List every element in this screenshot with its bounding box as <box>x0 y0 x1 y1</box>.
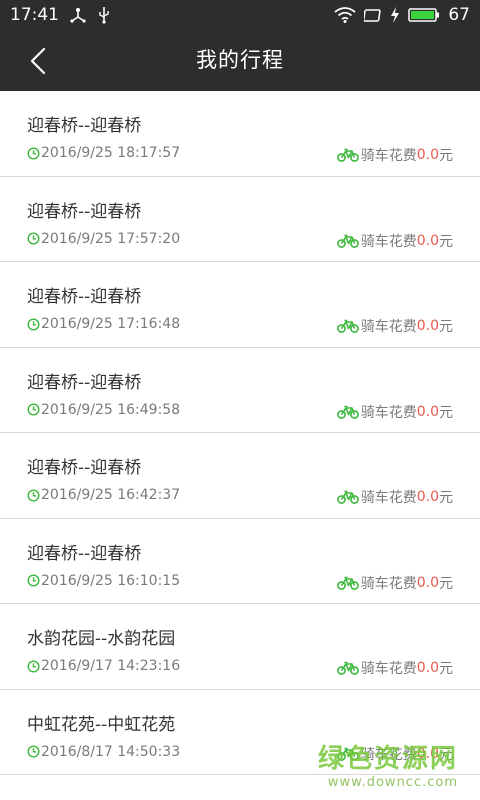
trip-time-row: 2016/9/25 16:42:37 <box>27 487 180 503</box>
bike-icon <box>336 661 359 675</box>
trip-cost-value: 0.0 <box>416 232 439 249</box>
trip-route: 迎春桥--迎春桥 <box>27 458 142 478</box>
clock-icon <box>27 403 40 416</box>
battery-icon <box>408 7 440 23</box>
clock-icon <box>27 659 40 673</box>
bike-icon <box>336 148 359 162</box>
trip-time: 2016/9/25 16:42:37 <box>41 487 181 503</box>
trip-route: 中虹花苑--中虹花苑 <box>27 714 176 735</box>
trip-time: 2016/9/25 16:49:58 <box>41 401 181 418</box>
trip-cost: 骑车花费 0.0 元 <box>336 487 453 507</box>
trip-list-item[interactable]: 迎春桥--迎春桥 2016/9/25 16:10:15 骑车花费 0.0 元 <box>0 519 480 604</box>
usb-icon <box>97 6 111 24</box>
trip-time-row: 2016/9/25 16:10:15 <box>27 573 180 589</box>
trip-cost-label: 骑车花费 <box>360 661 417 677</box>
battery-level: 67 <box>448 5 470 25</box>
trip-route: 迎春桥--迎春桥 <box>27 287 142 307</box>
trip-cost-label: 骑车花费 <box>360 404 417 421</box>
trip-time: 2016/9/25 17:16:48 <box>41 316 181 332</box>
trip-time: 2016/9/17 14:23:16 <box>41 658 181 674</box>
trip-cost-unit: 元 <box>439 490 453 506</box>
status-bar: 17:41 67 <box>0 0 480 30</box>
trip-time: 2016/9/25 16:10:15 <box>41 572 181 589</box>
trip-route: 水韵花园--水韵花园 <box>27 629 176 649</box>
trip-list: 迎春桥--迎春桥 2016/9/25 18:17:57 骑车花费 0.0 元迎春桥--迎… <box>0 91 480 775</box>
clock-icon <box>27 574 40 587</box>
trip-list-item[interactable]: 水韵花园--水韵花园 2016/9/17 14:23:16 骑车花费 0.0 元 <box>0 604 480 690</box>
trip-time: 2016/9/25 17:57:20 <box>41 230 181 247</box>
trip-route: 迎春桥--迎春桥 <box>27 372 142 393</box>
trip-route: 迎春桥--迎春桥 <box>27 201 142 222</box>
screen-icon <box>364 7 382 23</box>
clock-icon <box>27 488 40 502</box>
trip-cost-label: 骑车花费 <box>360 148 417 164</box>
trip-list-item[interactable]: 迎春桥--迎春桥 2016/9/25 16:42:37 骑车花费 0.0 元 <box>0 433 480 519</box>
trip-cost: 骑车花费 0.0 元 <box>336 316 453 336</box>
trip-list-item[interactable]: 迎春桥--迎春桥 2016/9/25 17:16:48 骑车花费 0.0 元 <box>0 262 480 348</box>
clock-icon <box>27 146 40 160</box>
wifi-icon <box>334 7 356 23</box>
trip-cost-unit: 元 <box>439 575 453 592</box>
trip-cost: 骑车花费 0.0 元 <box>336 402 453 422</box>
trip-cost-value: 0.0 <box>416 318 439 334</box>
watermark-en: www.downcc.com <box>327 775 458 790</box>
trip-cost-label: 骑车花费 <box>360 319 417 335</box>
trip-cost: 骑车花费 0.0 元 <box>336 573 453 593</box>
trip-time-row: 2016/9/17 14:23:16 <box>27 658 180 674</box>
trip-cost: 骑车花费 0.0 元 <box>336 231 453 251</box>
trip-cost-label: 骑车花费 <box>360 575 417 592</box>
trip-time-row: 2016/9/25 17:16:48 <box>27 316 180 332</box>
trip-cost: 骑车花费 0.0 元 <box>336 658 453 678</box>
trip-time: 2016/8/17 14:50:33 <box>41 743 181 760</box>
trip-time-row: 2016/9/25 16:49:58 <box>27 402 180 418</box>
trip-cost-value: 0.0 <box>416 147 439 163</box>
watermark: 绿色资源网 www.downcc.com <box>318 738 458 790</box>
trip-cost-value: 0.0 <box>416 489 439 505</box>
trip-cost-unit: 元 <box>439 319 453 335</box>
trip-route: 迎春桥--迎春桥 <box>27 116 142 136</box>
clock-icon <box>27 232 40 245</box>
trip-time: 2016/9/25 18:17:57 <box>41 145 181 161</box>
charging-icon <box>390 7 400 23</box>
bike-icon <box>336 490 359 504</box>
bike-icon <box>336 576 359 590</box>
status-time: 17:41 <box>10 5 59 25</box>
trip-cost-unit: 元 <box>439 404 453 421</box>
header-bar: 我的行程 <box>0 30 480 91</box>
trip-list-item[interactable]: 迎春桥--迎春桥 2016/9/25 16:49:58 骑车花费 0.0 元 <box>0 348 480 433</box>
trip-route: 迎春桥--迎春桥 <box>27 543 142 564</box>
page-title: 我的行程 <box>196 48 284 72</box>
bike-icon <box>336 319 359 333</box>
clock-icon <box>27 745 40 758</box>
trip-cost-unit: 元 <box>439 148 453 164</box>
trip-cost-unit: 元 <box>439 233 453 250</box>
trip-cost-value: 0.0 <box>416 403 439 420</box>
trip-list-item[interactable]: 迎春桥--迎春桥 2016/9/25 18:17:57 骑车花费 0.0 元 <box>0 91 480 177</box>
trip-cost: 骑车花费 0.0 元 <box>336 145 453 165</box>
trip-list-item[interactable]: 迎春桥--迎春桥 2016/9/25 17:57:20 骑车花费 0.0 元 <box>0 177 480 262</box>
trip-cost-label: 骑车花费 <box>360 233 417 250</box>
trip-cost-value: 0.0 <box>416 660 439 676</box>
clock-icon <box>27 317 40 331</box>
watermark-cn: 绿色资源网 <box>317 744 458 774</box>
usb-share-icon <box>69 7 87 23</box>
bike-icon <box>336 234 359 248</box>
bike-icon <box>336 405 359 419</box>
trip-cost-value: 0.0 <box>416 574 439 591</box>
trip-time-row: 2016/8/17 14:50:33 <box>27 744 180 760</box>
trip-cost-unit: 元 <box>439 661 453 677</box>
trip-time-row: 2016/9/25 18:17:57 <box>27 145 180 161</box>
trip-cost-label: 骑车花费 <box>360 490 417 506</box>
trip-time-row: 2016/9/25 17:57:20 <box>27 231 180 247</box>
